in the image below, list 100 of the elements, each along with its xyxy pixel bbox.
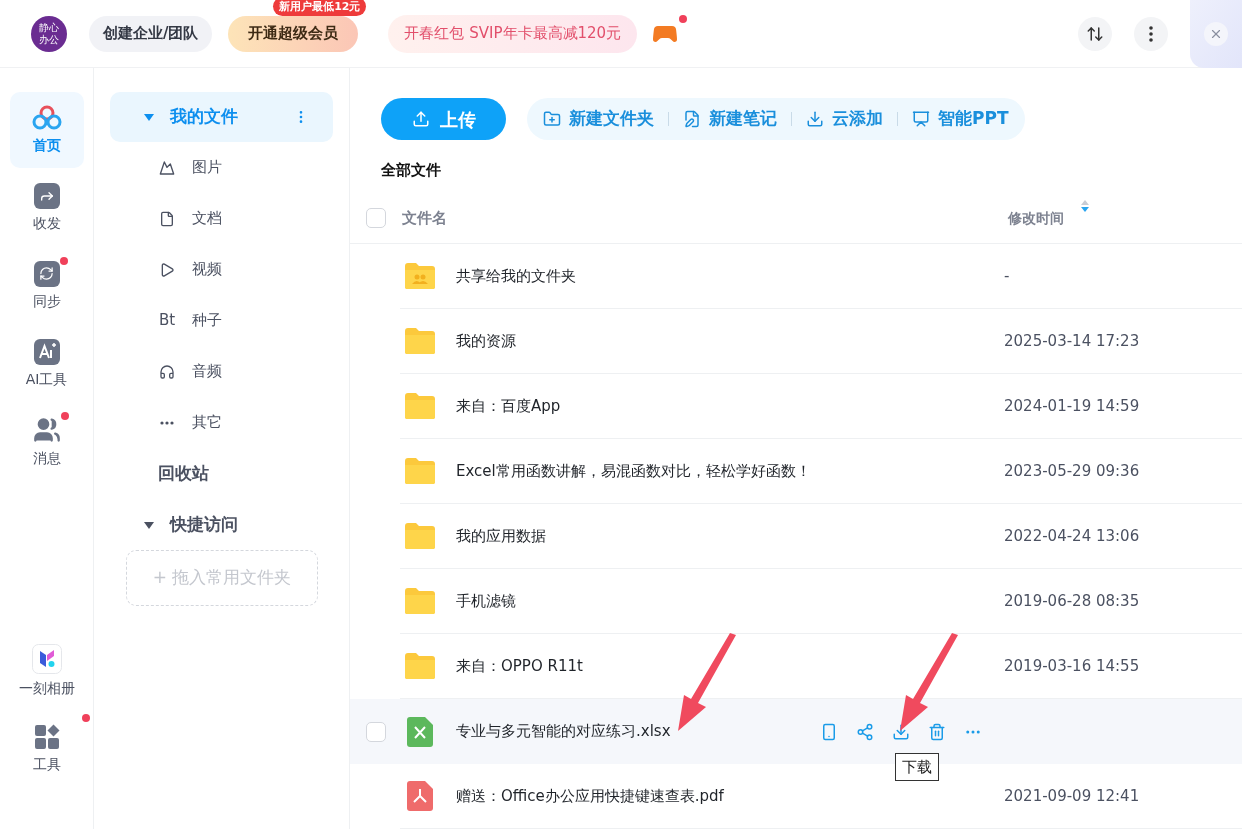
users-icon [32,415,61,444]
file-name[interactable]: Excel常用函数讲解，易混函数对比，轻松学好函数！ [456,459,811,483]
modified-time: 2024-01-19 14:59 [1004,395,1141,417]
rail-label: AI工具 [25,369,68,389]
avatar-text: 办公 [39,33,59,46]
file-name[interactable]: 我的应用数据 [456,524,546,548]
sort-order-icon [1080,198,1090,214]
album-logo-icon [31,643,62,674]
rail-item[interactable]: 收发 [9,170,84,246]
folder-icon [404,327,436,355]
upload-icon [411,110,430,128]
category-label: 图片 [192,157,222,179]
sort-button[interactable] [1078,16,1112,51]
file-row[interactable]: Excel常用函数讲解，易混函数对比，轻松学好函数！ 2023-05-29 09:36 [350,439,1242,504]
modified-time: 2023-05-29 09:36 [1004,460,1141,482]
file-name[interactable]: 共享给我的文件夹 [456,264,576,288]
folder-icon [404,587,436,615]
shared-folder-icon [404,262,436,290]
rail-item[interactable]: 工具 [0,711,94,787]
rail-label: 消息 [32,448,61,468]
play-icon [159,261,175,278]
cloud-logo-icon [30,104,63,131]
folder-icon [404,652,436,680]
phone-icon[interactable] [820,722,838,741]
team-button[interactable]: 创建企业/团队 [89,15,213,52]
rail-item[interactable]: 同步 [9,248,84,324]
file-row[interactable]: 我的资源 2025-03-14 17:23 [350,309,1242,374]
rail-item[interactable]: 一刻相册 [0,633,94,709]
forward-icon [33,182,60,209]
avatar-text: 静心 [39,21,59,34]
caret-icon [144,521,154,529]
file-row[interactable]: 来自：百度App 2024-01-19 14:59 [350,374,1242,439]
folder-plus-icon [543,110,561,128]
file-name[interactable]: 来自：OPPO R11t [456,654,583,678]
file-name[interactable]: 赠送：Office办公应用快捷键速查表.pdf [456,784,724,808]
note-icon [683,110,701,128]
download-icon[interactable] [892,722,910,741]
close-button[interactable] [1204,21,1228,46]
file-name[interactable]: 手机滤镜 [456,589,516,613]
rail-label: 一刻相册 [18,678,75,698]
rail-item[interactable]: 消息 [9,404,84,480]
folder-icon [404,392,436,420]
rail-label: 同步 [32,291,61,311]
breadcrumb: 全部文件 [380,160,442,181]
sync-icon [33,260,60,287]
ai-icon [33,338,60,365]
vip-button[interactable]: 开通超级会员 [228,15,359,52]
category-item[interactable]: 音频 [110,346,333,397]
avatar[interactable]: 静心 办公 [31,15,67,52]
recycle-bin-item[interactable]: 回收站 [110,448,333,500]
rail-label: 收发 [32,213,61,233]
category-item[interactable]: 文档 [110,193,333,244]
more-icon [160,420,174,425]
column-header[interactable]: 文件名 [402,207,447,230]
category-item[interactable]: 视频 [110,244,333,295]
category-item[interactable]: 其它 [110,397,333,448]
modified-time: 2019-06-28 08:35 [1004,590,1141,612]
caret-icon [144,113,154,121]
nav-label: 快捷访问 [170,513,238,537]
download-icon [806,110,824,128]
mountain-icon [159,159,175,176]
slides-icon [912,110,930,128]
share-icon[interactable] [856,722,874,741]
category-item[interactable]: Bt 种子 [110,295,333,346]
sort-icon [1086,24,1104,43]
category-label: 视频 [192,259,222,281]
file-name[interactable]: 专业与多元智能的对应练习.xlsx [456,720,671,743]
file-name[interactable]: 我的资源 [456,329,516,353]
tooltip: 下载 [895,752,939,781]
torrent-icon: Bt [158,309,176,332]
modified-time: 2021-09-09 12:41 [1004,785,1141,807]
rail-label: 首页 [32,135,61,155]
file-name[interactable]: 来自：百度App [456,394,561,418]
folder-icon [404,457,436,485]
spreadsheet-file-icon [407,716,433,747]
more-icon [1149,25,1153,42]
folder-icon [404,522,436,550]
column-header[interactable]: 修改时间 [1008,207,1242,229]
rail-item[interactable]: AI工具 [9,326,84,402]
category-item[interactable]: 图片 [110,142,333,193]
more-button[interactable] [1134,16,1168,51]
file-icon [159,210,175,227]
modified-time: - [1004,265,1011,287]
rail-label: 工具 [32,754,61,774]
file-row[interactable]: 手机滤镜 2019-06-28 08:35 [350,569,1242,634]
file-row[interactable]: 我的应用数据 2022-04-24 13:06 [350,504,1242,569]
checkbox[interactable] [366,208,386,229]
modified-time: 2022-04-24 13:06 [1004,525,1141,547]
delete-icon[interactable] [928,722,946,741]
category-label: 文档 [192,208,222,230]
category-label: 种子 [192,310,222,332]
quick-access-item[interactable]: 快捷访问 [110,500,333,550]
checkbox[interactable] [366,721,386,742]
category-label: 音频 [192,361,222,383]
file-row[interactable]: 共享给我的文件夹 - [350,244,1242,309]
grid-icon [33,723,60,750]
nav-label: 我的文件 [170,105,238,129]
category-label: 其它 [192,412,222,434]
promo-badge: 新用户最低12元 [273,0,367,16]
pdf-file-icon [407,781,433,811]
